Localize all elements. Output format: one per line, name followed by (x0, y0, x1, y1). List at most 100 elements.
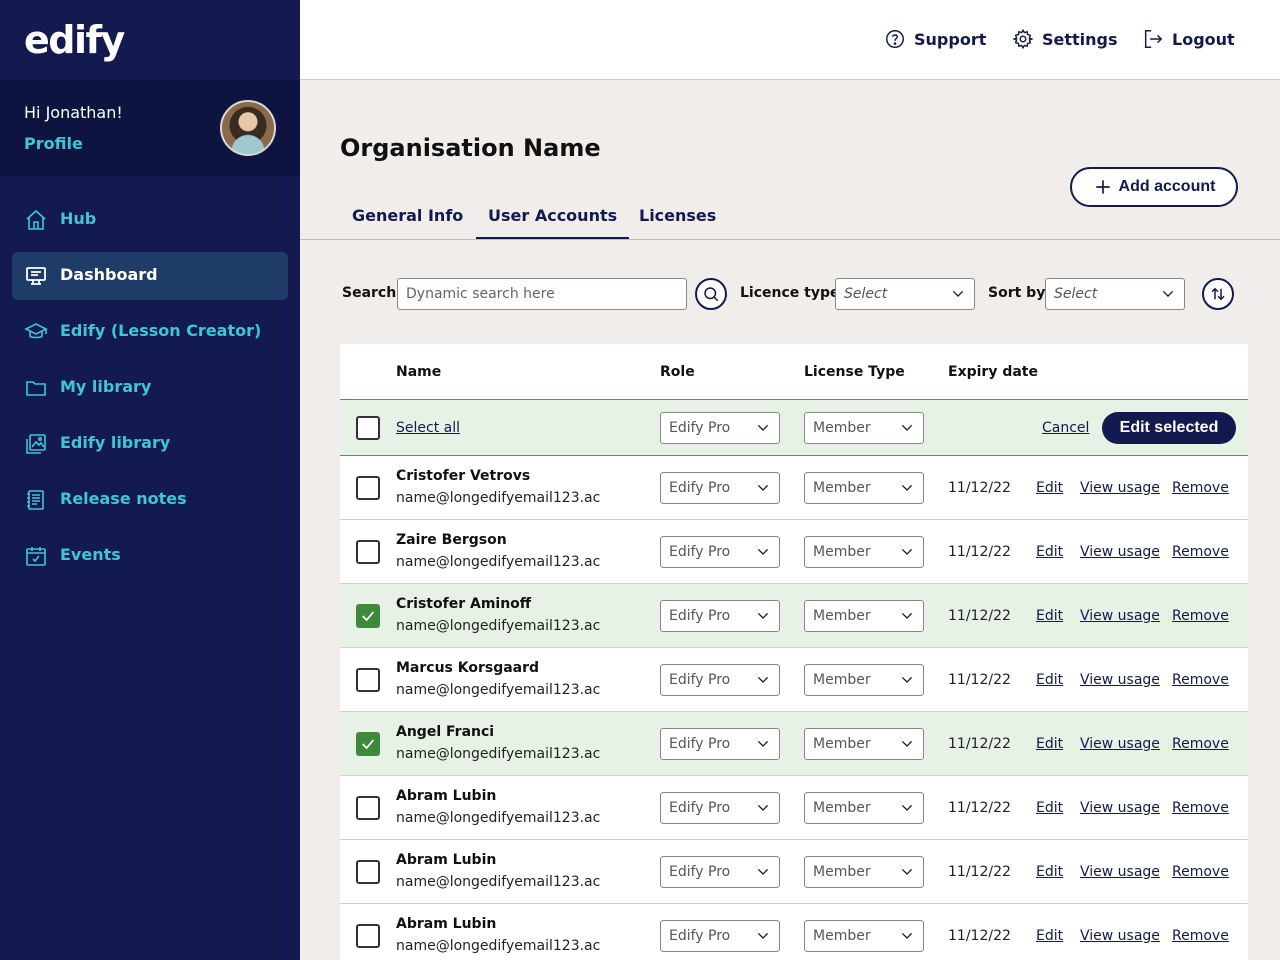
role-select[interactable]: Edify Pro (660, 472, 780, 504)
chevron-down-icon (901, 424, 913, 431)
edit-link[interactable]: Edit (1036, 608, 1063, 624)
row-checkbox[interactable] (356, 668, 380, 692)
remove-link[interactable]: Remove (1172, 736, 1229, 752)
remove-link[interactable]: Remove (1172, 608, 1229, 624)
license-select[interactable]: Member (804, 536, 924, 568)
tab-licenses[interactable]: Licenses (627, 206, 728, 240)
license-select[interactable]: Member (804, 728, 924, 760)
view-usage-link[interactable]: View usage (1080, 672, 1160, 688)
support-label: Support (914, 29, 987, 49)
avatar[interactable] (220, 100, 276, 156)
license-select[interactable]: Member (804, 856, 924, 888)
column-header-license-type[interactable]: License Type (804, 364, 905, 380)
remove-link[interactable]: Remove (1172, 864, 1229, 880)
edit-selected-button[interactable]: Edit selected (1102, 412, 1236, 444)
licence-type-select[interactable]: Select (835, 278, 975, 310)
sidebar-item-dashboard[interactable]: Dashboard (12, 252, 288, 300)
chevron-down-icon (901, 804, 913, 811)
view-usage-link[interactable]: View usage (1080, 480, 1160, 496)
edit-link[interactable]: Edit (1036, 480, 1063, 496)
chevron-down-icon (901, 740, 913, 747)
dashboard-icon (26, 267, 46, 285)
tab-general-info[interactable]: General Info (340, 206, 475, 240)
bulk-license-value: Member (813, 420, 871, 436)
view-usage-link[interactable]: View usage (1080, 544, 1160, 560)
license-select[interactable]: Member (804, 792, 924, 824)
remove-link[interactable]: Remove (1172, 800, 1229, 816)
role-select[interactable]: Edify Pro (660, 728, 780, 760)
table-row: Marcus Korsgaard name@longedifyemail123.a… (340, 648, 1248, 712)
license-value: Member (813, 736, 871, 752)
calendar-icon (26, 547, 46, 566)
search-icon (704, 287, 719, 302)
tab-user-accounts[interactable]: User Accounts (476, 206, 630, 240)
sort-direction-button[interactable] (1202, 278, 1234, 310)
remove-link[interactable]: Remove (1172, 928, 1229, 944)
license-select[interactable]: Member (804, 664, 924, 696)
role-value: Edify Pro (669, 608, 731, 624)
sidebar-item-events[interactable]: Events (12, 532, 288, 580)
column-header-name[interactable]: Name (396, 364, 441, 380)
row-checkbox[interactable] (356, 604, 380, 628)
view-usage-link[interactable]: View usage (1080, 608, 1160, 624)
graduation-cap-icon (24, 323, 48, 339)
role-select[interactable]: Edify Pro (660, 664, 780, 696)
user-email: name@longedifyemail123.ac (396, 618, 601, 634)
row-checkbox[interactable] (356, 924, 380, 948)
sidebar-item-edify-library[interactable]: Edify library (12, 420, 288, 468)
user-email: name@longedifyemail123.ac (396, 810, 601, 826)
role-select[interactable]: Edify Pro (660, 920, 780, 952)
profile-link[interactable]: Profile (24, 134, 83, 153)
column-header-expiry-date[interactable]: Expiry date (948, 364, 1038, 380)
edit-link[interactable]: Edit (1036, 672, 1063, 688)
license-value: Member (813, 608, 871, 624)
table-row: Cristofer Vetrovs name@longedifyemail123.… (340, 456, 1248, 520)
remove-link[interactable]: Remove (1172, 480, 1229, 496)
edify-logo[interactable]: edify (24, 20, 125, 60)
select-all-checkbox[interactable] (356, 416, 380, 440)
settings-link[interactable]: Settings (1012, 28, 1118, 50)
user-name: Abram Lubin (396, 852, 497, 868)
license-select[interactable]: Member (804, 472, 924, 504)
role-value: Edify Pro (669, 480, 731, 496)
row-checkbox[interactable] (356, 860, 380, 884)
row-checkbox[interactable] (356, 540, 380, 564)
logout-link[interactable]: Logout (1142, 28, 1235, 50)
select-all-link[interactable]: Select all (396, 420, 460, 436)
row-checkbox[interactable] (356, 476, 380, 500)
view-usage-link[interactable]: View usage (1080, 800, 1160, 816)
add-account-button[interactable]: Add account (1070, 167, 1238, 207)
column-header-role[interactable]: Role (660, 364, 695, 380)
edit-link[interactable]: Edit (1036, 544, 1063, 560)
edit-link[interactable]: Edit (1036, 800, 1063, 816)
view-usage-link[interactable]: View usage (1080, 864, 1160, 880)
role-select[interactable]: Edify Pro (660, 600, 780, 632)
table-row: Angel Franci name@longedifyemail123.ac Edi… (340, 712, 1248, 776)
row-checkbox[interactable] (356, 796, 380, 820)
sidebar-item-lesson-creator[interactable]: Edify (Lesson Creator) (12, 308, 288, 356)
user-name: Abram Lubin (396, 916, 497, 932)
remove-link[interactable]: Remove (1172, 672, 1229, 688)
view-usage-link[interactable]: View usage (1080, 928, 1160, 944)
edit-link[interactable]: Edit (1036, 928, 1063, 944)
bulk-role-select[interactable]: Edify Pro (660, 412, 780, 444)
edit-link[interactable]: Edit (1036, 736, 1063, 752)
sidebar-item-hub[interactable]: Hub (12, 196, 288, 244)
remove-link[interactable]: Remove (1172, 544, 1229, 560)
role-select[interactable]: Edify Pro (660, 792, 780, 824)
sidebar-item-my-library[interactable]: My library (12, 364, 288, 412)
view-usage-link[interactable]: View usage (1080, 736, 1160, 752)
role-select[interactable]: Edify Pro (660, 856, 780, 888)
edit-link[interactable]: Edit (1036, 864, 1063, 880)
search-button[interactable] (695, 278, 727, 310)
sort-by-select[interactable]: Select (1045, 278, 1185, 310)
row-checkbox[interactable] (356, 732, 380, 756)
license-select[interactable]: Member (804, 600, 924, 632)
role-select[interactable]: Edify Pro (660, 536, 780, 568)
sidebar-item-release-notes[interactable]: Release notes (12, 476, 288, 524)
cancel-link[interactable]: Cancel (1042, 420, 1089, 436)
license-select[interactable]: Member (804, 920, 924, 952)
search-input[interactable] (397, 278, 687, 310)
support-link[interactable]: Support (884, 28, 986, 50)
bulk-license-select[interactable]: Member (804, 412, 924, 444)
